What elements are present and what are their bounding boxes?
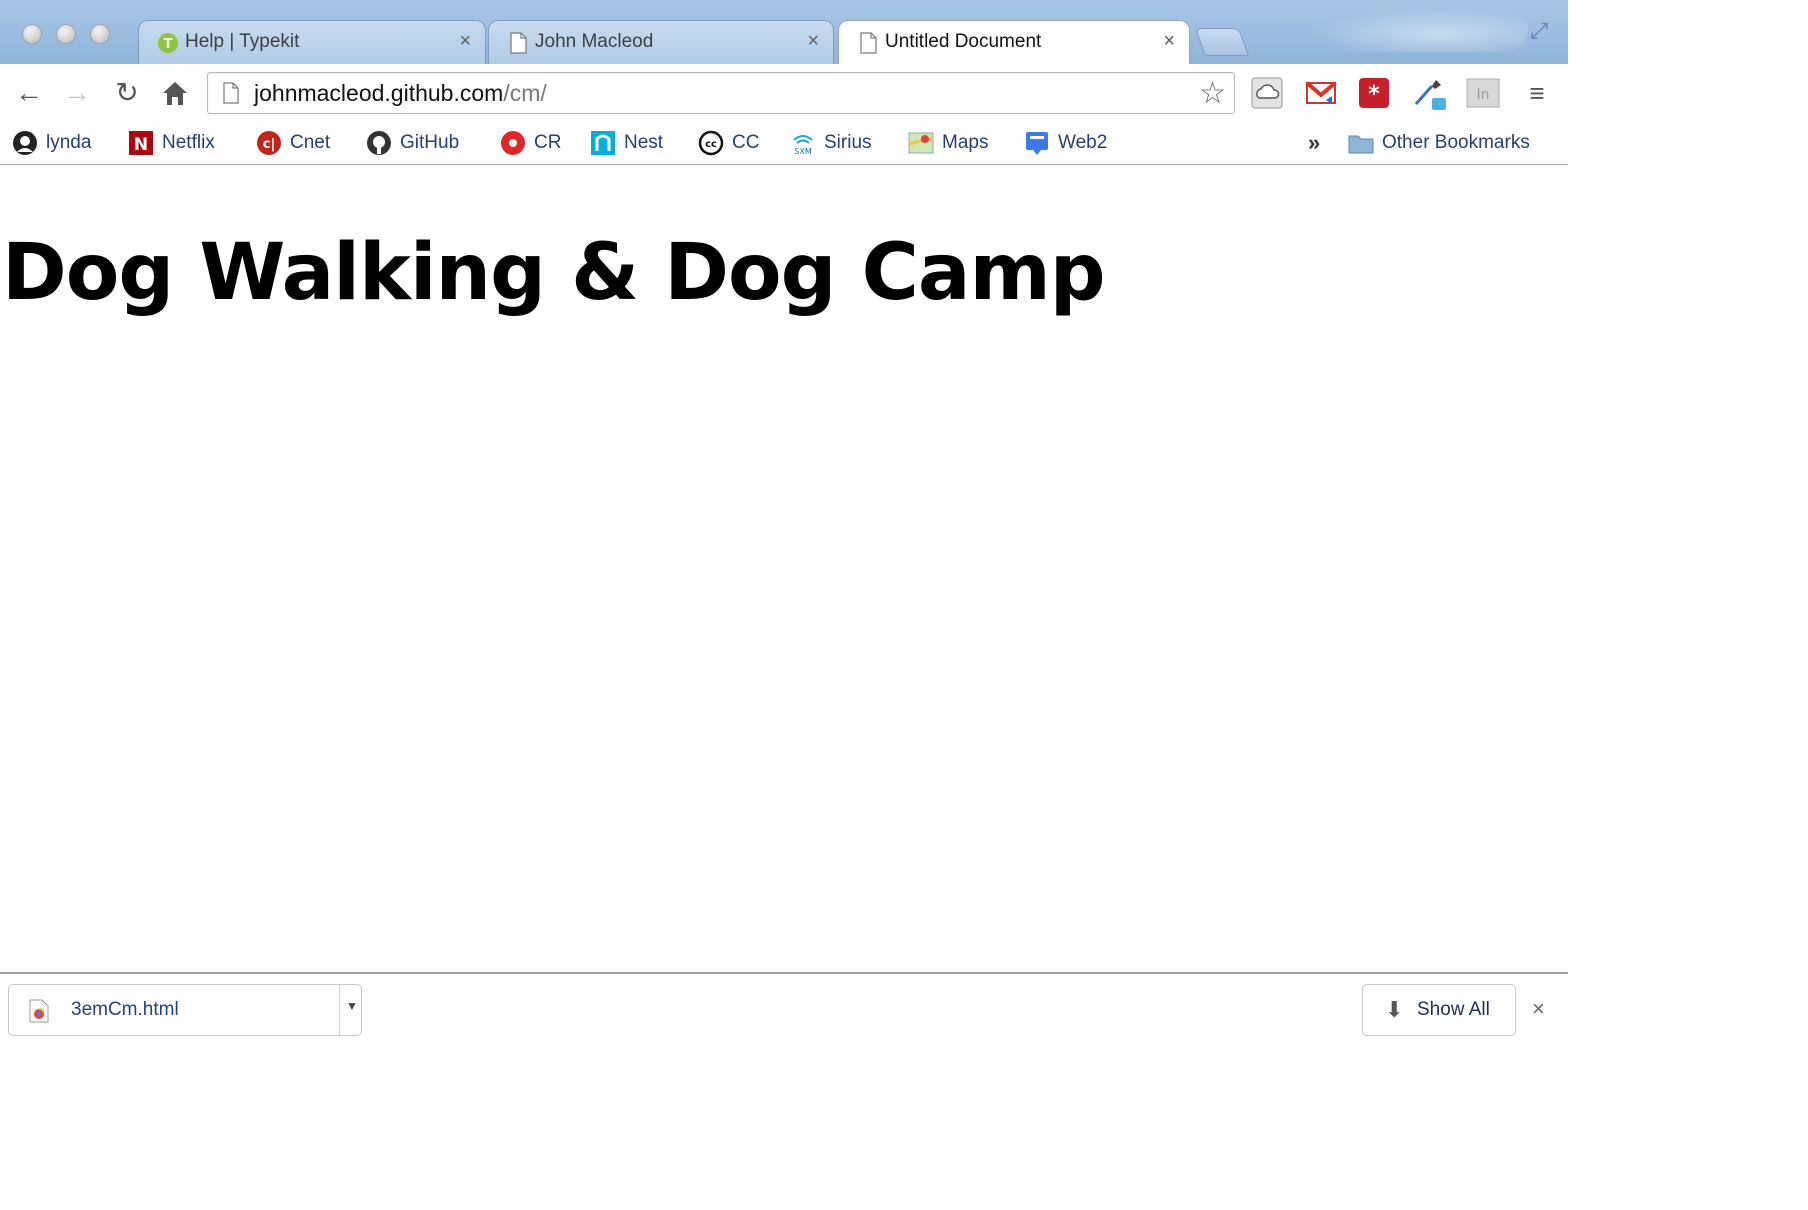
home-icon bbox=[163, 82, 187, 105]
bookmark-nest[interactable]: Nest bbox=[590, 128, 663, 158]
cloud-extension-icon[interactable] bbox=[1250, 76, 1284, 110]
titlebar-decoration bbox=[1308, 8, 1528, 52]
tab-label: Help | Typekit bbox=[185, 31, 300, 52]
fullscreen-icon[interactable]: ⤢ bbox=[1530, 18, 1548, 44]
url-host: johnmacleod.github.com bbox=[254, 80, 504, 106]
bookmark-github[interactable]: GitHub bbox=[366, 128, 459, 158]
bookmark-label: Cnet bbox=[290, 132, 331, 153]
show-all-downloads-button[interactable]: ⬇ Show All bbox=[1362, 984, 1516, 1036]
netflix-icon: N bbox=[129, 131, 153, 155]
chrome-menu-icon[interactable]: ≡ bbox=[1522, 78, 1552, 108]
bookmark-label: Other Bookmarks bbox=[1382, 132, 1530, 153]
show-all-label: Show All bbox=[1417, 999, 1490, 1020]
github-icon bbox=[367, 131, 391, 155]
close-shelf-icon[interactable]: × bbox=[1532, 996, 1545, 1022]
bookmark-web2[interactable]: Web2 bbox=[1024, 128, 1107, 158]
download-file-name: 3emCm.html bbox=[71, 999, 179, 1020]
svg-text:*: * bbox=[1368, 82, 1380, 107]
tab-close-icon[interactable]: × bbox=[807, 30, 819, 53]
bookmark-label: lynda bbox=[46, 132, 92, 153]
tab-john-macleod[interactable]: John Macleod × bbox=[488, 20, 834, 64]
forward-button[interactable]: → bbox=[62, 78, 92, 108]
bookmark-label: CC bbox=[732, 132, 760, 153]
cc-icon: cc bbox=[698, 130, 724, 156]
cnet-icon: c| bbox=[257, 131, 281, 155]
svg-text:c|: c| bbox=[263, 137, 275, 152]
eyedropper-icon[interactable] bbox=[1412, 76, 1446, 110]
svg-text:cc: cc bbox=[705, 139, 717, 150]
download-item[interactable]: 3emCm.html ▼ bbox=[8, 984, 362, 1036]
tab-close-icon[interactable]: × bbox=[1163, 30, 1175, 53]
bookmark-maps[interactable]: Maps bbox=[908, 128, 988, 158]
bookmarks-bar: lynda N Netflix c| Cnet GitHub CR Nest c… bbox=[0, 122, 1568, 165]
download-shelf: 3emCm.html ▼ ⬇ Show All × bbox=[0, 972, 1568, 1052]
bookmark-sirius[interactable]: SXM Sirius bbox=[790, 128, 872, 158]
home-button[interactable] bbox=[160, 78, 190, 108]
bookmark-cnet[interactable]: c| Cnet bbox=[256, 128, 330, 158]
other-bookmarks-folder[interactable]: Other Bookmarks bbox=[1348, 128, 1530, 158]
browser-toolbar: ← → ↻ johnmacleod.github.com/cm/ ☆ * In bbox=[0, 64, 1568, 122]
reload-button[interactable]: ↻ bbox=[112, 78, 142, 108]
download-menu-arrow-icon[interactable]: ▼ bbox=[346, 999, 358, 1013]
page-heading: Dog Walking & Dog Camp bbox=[2, 228, 1106, 318]
maps-icon bbox=[908, 132, 934, 154]
download-arrow-icon: ⬇ bbox=[1385, 997, 1404, 1022]
cr-icon bbox=[501, 131, 525, 155]
sirius-icon: SXM bbox=[793, 135, 813, 156]
linkedin-icon[interactable]: In bbox=[1466, 76, 1500, 110]
address-bar[interactable]: johnmacleod.github.com/cm/ ☆ bbox=[207, 72, 1235, 114]
window-titlebar: T Help | Typekit × John Macleod × Untitl… bbox=[0, 0, 1568, 65]
new-tab-button[interactable] bbox=[1194, 28, 1250, 56]
zoom-window-button[interactable] bbox=[90, 24, 110, 44]
download-divider bbox=[339, 985, 340, 1035]
tab-label: Untitled Document bbox=[885, 31, 1042, 52]
bookmark-label: Maps bbox=[942, 132, 989, 153]
nest-icon bbox=[591, 131, 615, 155]
bookmark-label: Sirius bbox=[824, 132, 872, 153]
url-path: /cm/ bbox=[503, 80, 547, 106]
bookmark-cc[interactable]: cc CC bbox=[698, 128, 759, 158]
folder-icon bbox=[1348, 135, 1374, 154]
lastpass-icon[interactable]: * bbox=[1357, 76, 1391, 110]
page-info-icon[interactable] bbox=[222, 82, 240, 104]
svg-text:SXM: SXM bbox=[794, 147, 812, 156]
tab-label: John Macleod bbox=[535, 31, 654, 52]
svg-text:T: T bbox=[164, 37, 173, 52]
bookmark-label: CR bbox=[534, 132, 562, 153]
bookmark-cr[interactable]: CR bbox=[500, 128, 561, 158]
close-window-button[interactable] bbox=[22, 24, 42, 44]
bookmarks-overflow-button[interactable]: » bbox=[1308, 130, 1320, 156]
minimize-window-button[interactable] bbox=[56, 24, 76, 44]
gmail-icon[interactable] bbox=[1304, 76, 1338, 110]
page-icon bbox=[510, 32, 527, 54]
typekit-icon: T bbox=[158, 33, 178, 53]
tab-close-icon[interactable]: × bbox=[459, 30, 471, 53]
bookmark-netflix[interactable]: N Netflix bbox=[128, 128, 215, 158]
bookmark-star-icon[interactable]: ☆ bbox=[1199, 76, 1226, 111]
tab-help-typekit[interactable]: T Help | Typekit × bbox=[138, 20, 486, 64]
lynda-icon bbox=[13, 131, 37, 155]
back-button[interactable]: ← bbox=[14, 78, 44, 108]
tab-untitled-document[interactable]: Untitled Document × bbox=[838, 20, 1190, 65]
web2-icon bbox=[1026, 132, 1048, 155]
bookmark-label: Nest bbox=[624, 132, 664, 153]
bookmark-label: Netflix bbox=[162, 132, 215, 153]
url-text[interactable]: johnmacleod.github.com/cm/ bbox=[254, 80, 547, 107]
html-file-icon bbox=[29, 999, 49, 1023]
page-icon bbox=[860, 32, 877, 54]
svg-text:In: In bbox=[1476, 87, 1489, 103]
bookmark-lynda[interactable]: lynda bbox=[12, 128, 91, 158]
svg-text:N: N bbox=[134, 135, 148, 155]
bookmark-label: GitHub bbox=[400, 132, 460, 153]
bookmark-label: Web2 bbox=[1058, 132, 1108, 153]
